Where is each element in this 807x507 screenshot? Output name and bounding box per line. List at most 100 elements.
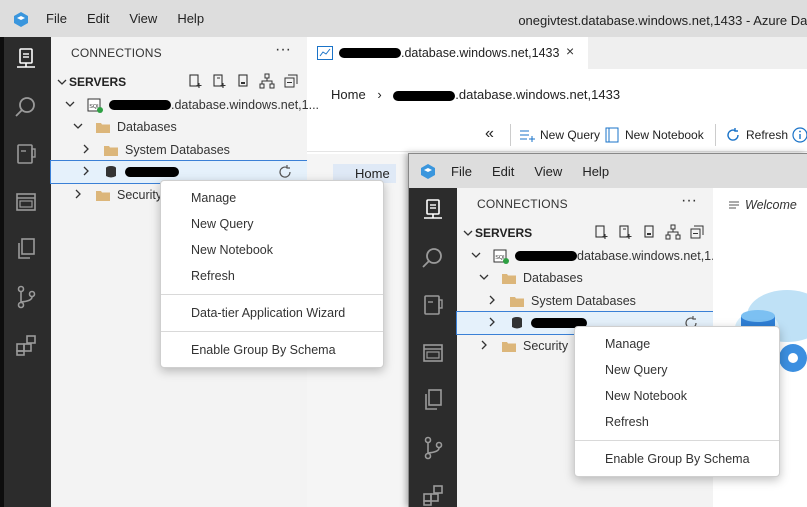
refresh-icon[interactable]	[277, 164, 293, 180]
activity-bar	[409, 188, 457, 507]
menu-separator	[161, 294, 383, 295]
context-menu: Manage New Query New Notebook Refresh En…	[574, 326, 780, 477]
task-history-icon[interactable]	[409, 333, 457, 373]
new-server-group-icon[interactable]	[211, 73, 227, 89]
system-databases-node[interactable]: System Databases	[51, 139, 307, 161]
folder-icon	[510, 297, 524, 307]
collapse-icon[interactable]: «	[485, 125, 494, 143]
connections-header: CONNECTIONS	[477, 197, 568, 211]
menu-item-refresh[interactable]: Refresh	[161, 263, 383, 289]
context-menu: Manage New Query New Notebook Refresh Da…	[160, 180, 384, 368]
menu-view[interactable]: View	[129, 11, 157, 26]
menu-item-enable-group-by-schema[interactable]: Enable Group By Schema	[575, 446, 779, 472]
active-connections-icon[interactable]	[235, 73, 251, 89]
system-databases-node[interactable]: System Databases	[457, 290, 713, 312]
extensions-icon[interactable]	[0, 326, 51, 366]
explorer-icon[interactable]	[0, 229, 51, 269]
redacted-text	[109, 100, 171, 110]
show-hierarchy-icon[interactable]	[665, 224, 681, 240]
bookmarks-icon[interactable]	[0, 134, 51, 174]
menu-item-new-query[interactable]: New Query	[575, 357, 779, 383]
collapse-all-icon[interactable]	[283, 73, 299, 89]
breadcrumb-separator: ›	[377, 87, 382, 102]
databases-label: Databases	[117, 120, 177, 134]
breadcrumb-server[interactable]: .database.windows.net,1433	[455, 87, 620, 102]
server-node[interactable]: SQL .database.windows.net,1...	[51, 94, 319, 116]
menu-item-manage[interactable]: Manage	[575, 331, 779, 357]
menu-help[interactable]: Help	[177, 11, 204, 26]
servers-section-header[interactable]: SERVERS	[457, 223, 713, 245]
folder-icon	[96, 191, 110, 201]
welcome-tab[interactable]: Welcome	[745, 198, 797, 212]
source-control-icon[interactable]	[0, 277, 51, 317]
menu-item-new-query[interactable]: New Query	[161, 211, 383, 237]
window-title: onegivtest.database.windows.net,1433 - A…	[518, 13, 807, 28]
info-icon[interactable]	[792, 127, 807, 143]
connections-icon[interactable]	[0, 39, 51, 79]
azure-data-studio-logo-icon	[14, 12, 28, 27]
refresh-button[interactable]: Refresh	[746, 128, 788, 142]
collapse-all-icon[interactable]	[689, 224, 705, 240]
bookmarks-icon[interactable]	[409, 285, 457, 325]
extensions-icon[interactable]	[409, 476, 457, 507]
menu-edit[interactable]: Edit	[492, 164, 514, 179]
server-dashboard-tab[interactable]: .database.windows.net,1433 ×	[307, 37, 588, 69]
title-bar: File Edit View Help	[409, 154, 807, 188]
search-icon[interactable]	[409, 238, 457, 278]
server-node[interactable]: SQL database.windows.net,1...	[457, 245, 722, 267]
breadcrumb-home[interactable]: Home	[331, 87, 366, 102]
show-hierarchy-icon[interactable]	[259, 73, 275, 89]
source-control-icon[interactable]	[409, 428, 457, 468]
new-connection-icon[interactable]	[593, 224, 609, 240]
servers-section-header[interactable]: SERVERS	[51, 72, 307, 94]
databases-node[interactable]: Databases	[457, 267, 713, 289]
menu-item-manage[interactable]: Manage	[161, 185, 383, 211]
chevron-down-icon	[73, 123, 83, 129]
chevron-right-icon	[83, 166, 89, 176]
menu-bar: File Edit View Help	[46, 0, 224, 37]
menu-item-refresh[interactable]: Refresh	[575, 409, 779, 435]
security-label: Security	[117, 188, 163, 202]
task-history-icon[interactable]	[0, 182, 51, 222]
more-actions-icon[interactable]: ···	[275, 41, 291, 59]
menu-item-enable-group-by-schema[interactable]: Enable Group By Schema	[161, 337, 383, 363]
menu-item-new-notebook[interactable]: New Notebook	[161, 237, 383, 263]
more-actions-icon[interactable]: ···	[681, 192, 697, 210]
chevron-down-icon	[479, 274, 489, 280]
dashboard-toolbar: « New Query New Notebook Refresh	[307, 118, 807, 152]
menu-edit[interactable]: Edit	[87, 11, 109, 26]
menu-file[interactable]: File	[451, 164, 472, 179]
menu-view[interactable]: View	[534, 164, 562, 179]
servers-label: SERVERS	[69, 75, 127, 89]
new-notebook-button[interactable]: New Notebook	[625, 128, 704, 142]
databases-node[interactable]: Databases	[51, 116, 307, 138]
menu-item-data-tier-wizard[interactable]: Data-tier Application Wizard	[161, 300, 383, 326]
editor-tab-strip: .database.windows.net,1433 ×	[307, 37, 807, 69]
new-connection-icon[interactable]	[187, 73, 203, 89]
server-name: database.windows.net,1...	[577, 249, 722, 263]
azure-data-studio-logo-icon	[421, 164, 435, 179]
menu-bar: File Edit View Help	[451, 154, 629, 188]
menu-item-new-notebook[interactable]: New Notebook	[575, 383, 779, 409]
dashboard-icon	[317, 46, 333, 60]
breadcrumb: Home › .database.windows.net,1433	[331, 87, 620, 102]
connections-icon[interactable]	[409, 190, 457, 230]
search-icon[interactable]	[0, 87, 51, 127]
new-query-button[interactable]: New Query	[540, 128, 600, 142]
chevron-right-icon	[481, 340, 487, 350]
title-bar: File Edit View Help onegivtest.database.…	[0, 0, 807, 37]
new-notebook-icon	[605, 127, 619, 143]
menu-help[interactable]: Help	[582, 164, 609, 179]
active-connections-icon[interactable]	[641, 224, 657, 240]
menu-separator	[161, 331, 383, 332]
folder-icon	[96, 123, 110, 133]
connections-header: CONNECTIONS	[71, 46, 162, 60]
servers-toolbar	[179, 73, 299, 89]
new-server-group-icon[interactable]	[617, 224, 633, 240]
close-icon[interactable]: ×	[566, 43, 574, 59]
explorer-icon[interactable]	[409, 380, 457, 420]
security-label: Security	[523, 339, 569, 353]
activity-bar	[0, 37, 51, 507]
menu-file[interactable]: File	[46, 11, 67, 26]
chevron-down-icon	[65, 101, 75, 107]
